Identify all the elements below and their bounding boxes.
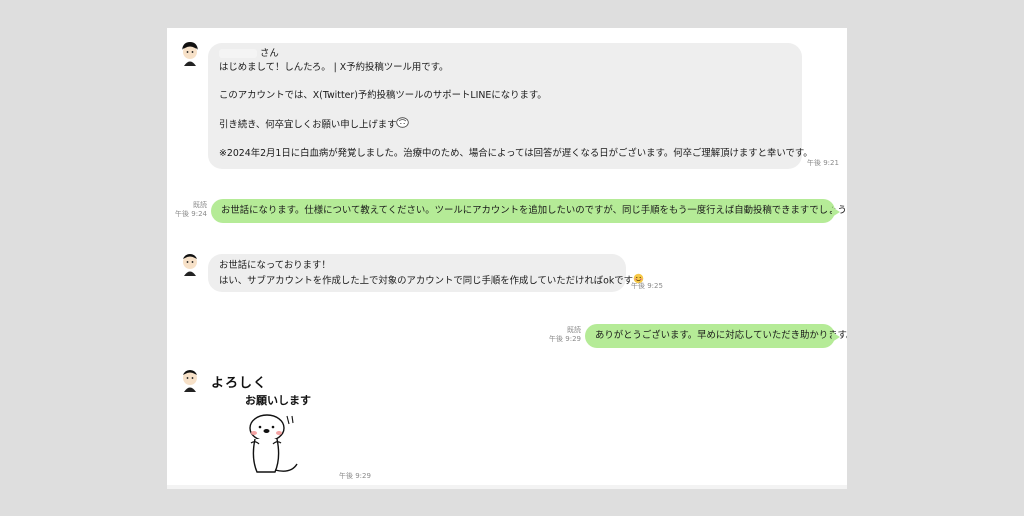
read-status: 既読 午後 9:24 [175, 201, 207, 218]
support-avatar[interactable] [179, 40, 201, 68]
sticker-text-1: よろしく [211, 376, 268, 391]
message-time: 午後 9:29 [339, 472, 371, 480]
support-avatar[interactable] [179, 366, 201, 394]
message-line: はい、サブアカウントを作成した上で対象のアカウントで同じ手順を作成していただけれ… [219, 273, 644, 289]
message-line: このアカウントでは、X(Twitter)予約投稿ツールのサポートLINEになりま… [219, 90, 547, 101]
message-bubble[interactable]: ありがとうございます。早めに対応していただき助かります。 [585, 324, 847, 348]
message-bubble[interactable]: さん はじめまして！しんたろ。 | X予約投稿ツール用です。 このアカウントでは… [208, 43, 813, 169]
message-time: 午後 9:21 [807, 159, 839, 167]
chat-panel: さん はじめまして！しんたろ。 | X予約投稿ツール用です。 このアカウントでは… [167, 28, 847, 489]
support-avatar[interactable] [179, 250, 201, 278]
read-status: 既読 午後 9:29 [549, 326, 581, 343]
message-line: ※2024年2月1日に白血病が発覚しました。治療中のため、場合によっては回答が遅… [219, 148, 813, 159]
sticker[interactable]: よろしく お願いします [211, 368, 331, 480]
message-text: ありがとうございます。早めに対応していただき助かります。 [595, 330, 847, 341]
message-bubble[interactable]: お世話になります。仕様について教えてください。ツールにアカウントを追加したいので… [211, 199, 847, 223]
message-text: お世話になります。仕様について教えてください。ツールにアカウントを追加したいので… [221, 205, 847, 216]
panel-bottom-edge [167, 485, 847, 489]
message-line: 引き続き、何卒宜しくお願い申し上げます [219, 117, 791, 133]
blurred-name [219, 49, 257, 58]
sticker-text-2: お願いします [245, 394, 311, 407]
bowing-emoji-icon [396, 117, 410, 133]
message-line: はじめまして！しんたろ。 | X予約投稿ツール用です。 [219, 62, 449, 73]
otter-sticker-icon [249, 414, 298, 473]
message-line: お世話になっております！ [219, 260, 331, 271]
message-time: 午後 9:25 [631, 282, 663, 290]
message-bubble[interactable]: お世話になっております！ はい、サブアカウントを作成した上で対象のアカウントで同… [208, 254, 644, 292]
message-line: さん [219, 47, 791, 61]
